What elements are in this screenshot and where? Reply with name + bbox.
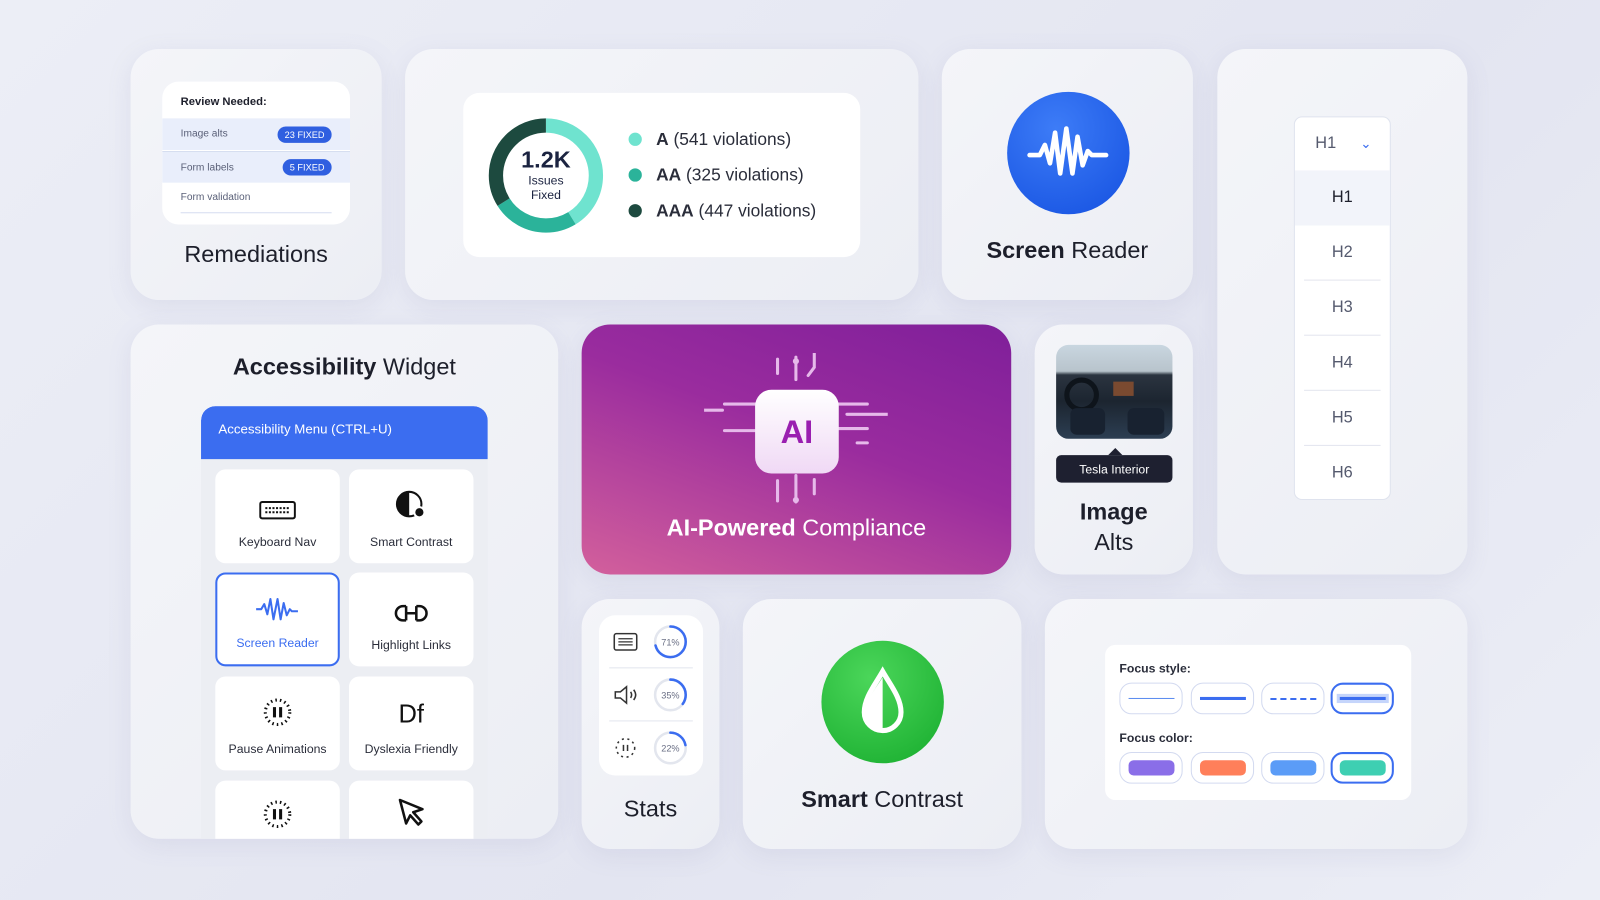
progress-ring: 35% xyxy=(653,677,687,711)
tile-cursor[interactable] xyxy=(348,780,474,839)
focus-style-glow[interactable] xyxy=(1330,682,1394,715)
progress-ring: 71% xyxy=(653,624,687,658)
progress-label: 35% xyxy=(661,690,679,700)
heading-option[interactable]: H5 xyxy=(1304,391,1381,446)
progress-ring: 22% xyxy=(653,731,687,765)
fixed-badge: 23 FIXED xyxy=(277,126,332,143)
tile-pause-animations[interactable]: Pause Animations xyxy=(215,676,340,771)
accessibility-menu: Accessibility Menu (CTRL+U) Keyboard Nav… xyxy=(201,406,488,839)
tile-screen-reader[interactable]: Screen Reader xyxy=(215,572,340,667)
focus-panel: Focus style: Focus color: xyxy=(1105,644,1412,800)
heading-option[interactable]: H3 xyxy=(1304,281,1381,336)
issues-card: 1.2K Issues Fixed A (541 violations) AA … xyxy=(405,48,919,300)
chevron-down-icon: ⌄ xyxy=(1360,135,1372,152)
contrast-icon xyxy=(395,490,426,519)
focus-style-thin[interactable] xyxy=(1119,682,1183,715)
focus-color-swatch[interactable] xyxy=(1330,752,1394,784)
screen-reader-icon xyxy=(1007,91,1130,215)
stats-panel: 71% 35% 22% xyxy=(598,615,704,776)
pause-icon xyxy=(263,800,292,829)
tile-smart-contrast[interactable]: Smart Contrast xyxy=(348,469,474,564)
card-title: Accessibility Widget xyxy=(232,353,456,380)
issues-legend: A (541 violations) AA (325 violations) A… xyxy=(628,121,817,229)
keyboard-icon xyxy=(259,501,296,520)
heading-dropdown[interactable]: H1 ⌄ H1 H2 H3 H4 H5 H6 xyxy=(1293,116,1391,500)
legend-item: AAA (447 violations) xyxy=(628,193,816,229)
remediation-row[interactable]: Image alts 23 FIXED xyxy=(162,118,350,150)
stats-card: 71% 35% 22% Stats xyxy=(581,598,720,849)
card-title: Smart Contrast xyxy=(801,785,964,813)
tile-dyslexia-friendly[interactable]: Df Dyslexia Friendly xyxy=(348,676,474,771)
fixed-badge: 5 FIXED xyxy=(282,159,332,176)
heading-option[interactable]: H1 xyxy=(1294,170,1390,226)
card-title: AI-Powered Compliance xyxy=(666,514,927,541)
focus-card: Focus style: Focus color: xyxy=(1044,598,1468,849)
review-heading: Review Needed: xyxy=(180,95,267,109)
progress-label: 71% xyxy=(661,637,679,647)
screen-reader-card: Screen Reader xyxy=(941,48,1193,300)
menu-header: Accessibility Menu (CTRL+U) xyxy=(201,406,488,460)
car-interior-image xyxy=(1056,344,1173,439)
cursor-icon xyxy=(398,798,424,826)
link-icon xyxy=(394,604,428,622)
smart-contrast-card: Smart Contrast xyxy=(742,598,1022,849)
heading-option[interactable]: H6 xyxy=(1304,446,1381,499)
remediation-row[interactable]: Form labels 5 FIXED xyxy=(162,151,350,183)
remediation-row[interactable]: Form validation xyxy=(180,182,332,214)
pause-icon xyxy=(263,698,292,727)
issues-total: 1.2K xyxy=(521,145,571,173)
card-title: Stats xyxy=(623,794,678,822)
focus-style-label: Focus style: xyxy=(1119,661,1191,676)
tile-highlight-links[interactable]: Highlight Links xyxy=(348,572,474,667)
headings-card: H1 ⌄ H1 H2 H3 H4 H5 H6 xyxy=(1217,48,1468,575)
card-title: Image Alts xyxy=(1079,497,1148,556)
soundwave-icon xyxy=(256,597,298,621)
speaker-icon xyxy=(614,684,637,705)
heading-option[interactable]: H2 xyxy=(1304,226,1381,281)
focus-style-dashed[interactable] xyxy=(1261,682,1325,715)
alt-tooltip: Tesla Interior xyxy=(1056,455,1173,483)
legend-item: AA (325 violations) xyxy=(628,157,817,193)
accessibility-widget-card: Accessibility Widget Accessibility Menu … xyxy=(130,324,559,839)
dropdown-trigger[interactable]: H1 ⌄ xyxy=(1295,117,1390,170)
focus-color-swatch[interactable] xyxy=(1190,752,1255,784)
focus-color-swatch[interactable] xyxy=(1119,752,1183,784)
focus-style-solid[interactable] xyxy=(1190,682,1255,715)
card-title: Screen Reader xyxy=(986,236,1149,264)
focus-color-swatch[interactable] xyxy=(1261,752,1325,784)
heading-option[interactable]: H4 xyxy=(1304,336,1381,391)
droplet-icon xyxy=(821,640,944,764)
image-alts-card: Tesla Interior Image Alts xyxy=(1034,324,1193,575)
tile-keyboard-nav[interactable]: Keyboard Nav xyxy=(215,469,340,564)
tile-pause[interactable] xyxy=(215,780,340,839)
dyslexia-icon: Df xyxy=(398,699,424,729)
focus-color-label: Focus color: xyxy=(1119,730,1193,745)
text-icon xyxy=(613,632,638,651)
ai-compliance-card: AI AI-Powered Compliance xyxy=(581,324,1012,575)
card-title: Remediations xyxy=(184,240,328,268)
ai-chip: AI xyxy=(755,389,839,474)
legend-item: A (541 violations) xyxy=(628,121,817,157)
remediations-card: Review Needed: Image alts 23 FIXED Form l… xyxy=(130,48,382,300)
review-panel: Review Needed: Image alts 23 FIXED Form l… xyxy=(162,81,350,225)
issues-panel: 1.2K Issues Fixed A (541 violations) AA … xyxy=(463,92,861,258)
animation-icon xyxy=(615,738,636,758)
progress-label: 22% xyxy=(661,744,679,754)
